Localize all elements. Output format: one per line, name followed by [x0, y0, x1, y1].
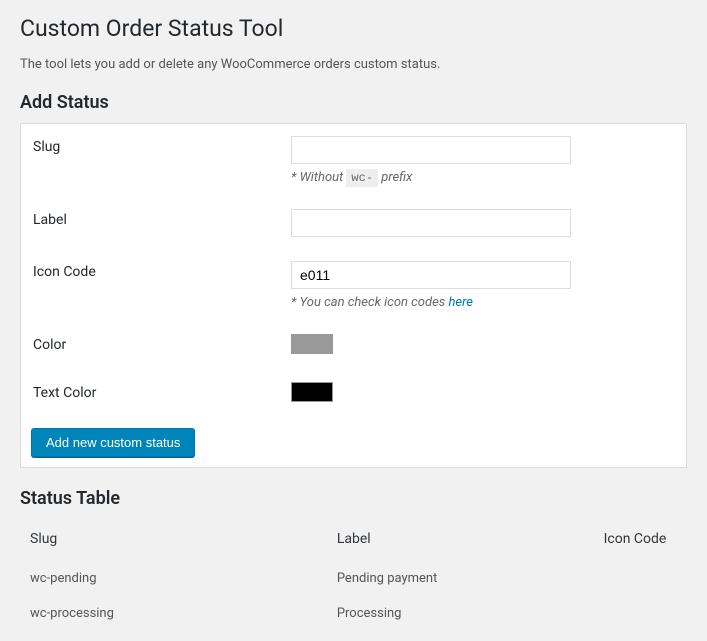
color-label: Color — [21, 322, 281, 370]
add-status-button[interactable]: Add new custom status — [31, 428, 195, 457]
add-status-heading: Add Status — [20, 92, 687, 113]
page-description: The tool lets you add or delete any WooC… — [20, 57, 687, 72]
slug-help: * Without wc- prefix — [291, 170, 676, 185]
cell-label: Pending payment — [327, 561, 594, 596]
slug-help-suffix: prefix — [378, 170, 412, 185]
cell-icon-code — [594, 561, 687, 596]
label-input[interactable] — [291, 209, 571, 237]
cell-slug: wc-processing — [20, 596, 327, 631]
status-table-heading: Status Table — [20, 488, 687, 509]
col-header-slug: Slug — [20, 519, 327, 561]
slug-input[interactable] — [291, 136, 571, 164]
icon-code-help-link[interactable]: here — [448, 295, 472, 310]
slug-help-code: wc- — [346, 169, 378, 187]
text-color-input[interactable] — [291, 382, 333, 402]
cell-label: Processing — [327, 596, 594, 631]
icon-code-help: * You can check icon codes here — [291, 295, 676, 310]
color-input[interactable] — [291, 334, 333, 354]
slug-label: Slug — [21, 124, 281, 197]
cell-slug: wc-pending — [20, 561, 327, 596]
col-header-icon-code: Icon Code — [594, 519, 687, 561]
page-title: Custom Order Status Tool — [20, 15, 687, 42]
add-status-form: Slug * Without wc- prefix Label Icon Cod… — [20, 123, 687, 468]
slug-help-prefix: * Without — [291, 170, 346, 185]
table-row: wc-pending Pending payment — [20, 561, 687, 596]
cell-icon-code — [594, 596, 687, 631]
icon-code-help-text: * You can check icon codes — [291, 295, 448, 310]
text-color-label: Text Color — [21, 370, 281, 418]
status-table: Slug Label Icon Code wc-pending Pending … — [20, 519, 687, 631]
label-label: Label — [21, 197, 281, 249]
icon-code-label: Icon Code — [21, 249, 281, 322]
table-row: wc-processing Processing — [20, 596, 687, 631]
icon-code-input[interactable] — [291, 261, 571, 289]
col-header-label: Label — [327, 519, 594, 561]
